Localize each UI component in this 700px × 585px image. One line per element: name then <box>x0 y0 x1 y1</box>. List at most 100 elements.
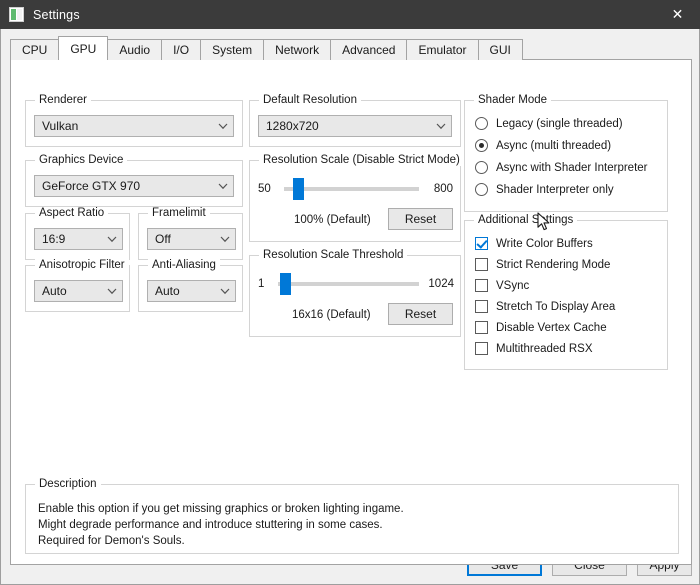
checkbox-label: Write Color Buffers <box>496 237 593 250</box>
checkbox-vsync[interactable]: VSync <box>475 279 529 292</box>
radio-icon <box>475 161 488 174</box>
resolution-scale-threshold-value-label: 16x16 (Default) <box>292 309 371 321</box>
resolution-scale-threshold-slider-handle[interactable] <box>279 273 291 295</box>
title-bar: Settings ✕ <box>0 0 700 29</box>
close-icon[interactable]: ✕ <box>655 0 700 29</box>
tab-network[interactable]: Network <box>263 39 332 60</box>
group-description-title: Description <box>35 478 101 490</box>
checkbox-strict-rendering-mode[interactable]: Strict Rendering Mode <box>475 258 610 271</box>
chevron-down-icon <box>431 116 451 136</box>
radio-icon <box>475 183 488 196</box>
graphics-device-value: GeForce GTX 970 <box>42 179 141 193</box>
renderer-combobox[interactable]: Vulkan <box>34 115 234 137</box>
group-aspect-ratio: Aspect Ratio 16:9 <box>25 207 130 260</box>
anti-aliasing-combobox[interactable]: Auto <box>147 280 236 302</box>
chevron-down-icon <box>102 281 122 301</box>
checkbox-stretch-to-display-area[interactable]: Stretch To Display Area <box>475 300 615 313</box>
chevron-down-icon <box>102 229 122 249</box>
group-default-resolution: Default Resolution 1280x720 <box>249 94 461 147</box>
checkbox-disable-vertex-cache[interactable]: Disable Vertex Cache <box>475 321 607 334</box>
checkbox-icon <box>475 300 488 313</box>
checkbox-icon <box>475 342 488 355</box>
anisotropic-filter-value: Auto <box>42 284 67 298</box>
radio-legacy-single-threaded[interactable]: Legacy (single threaded) <box>475 117 623 130</box>
resolution-scale-reset-button[interactable]: Reset <box>388 208 453 230</box>
group-framelimit: Framelimit Off <box>138 207 243 260</box>
checkbox-label: Stretch To Display Area <box>496 300 616 313</box>
radio-shader-interpreter-only[interactable]: Shader Interpreter only <box>475 183 614 196</box>
resolution-scale-min-label: 50 <box>258 183 271 195</box>
group-shader-mode-title: Shader Mode <box>474 94 552 106</box>
radio-icon <box>475 117 488 130</box>
gpu-settings-panel: Renderer Vulkan Graphics Device GeForce … <box>10 59 692 565</box>
chevron-down-icon <box>215 281 235 301</box>
default-resolution-value: 1280x720 <box>266 119 319 133</box>
tab-emulator[interactable]: Emulator <box>406 39 479 60</box>
window-body: CPU GPU Audio I/O System Network Advance… <box>0 29 700 585</box>
tab-advanced[interactable]: Advanced <box>330 39 408 60</box>
graphics-device-combobox[interactable]: GeForce GTX 970 <box>34 175 234 197</box>
default-resolution-combobox[interactable]: 1280x720 <box>258 115 452 137</box>
group-resolution-scale-threshold-title: Resolution Scale Threshold <box>259 249 408 261</box>
group-default-resolution-title: Default Resolution <box>259 94 361 106</box>
resolution-scale-threshold-max-label: 1024 <box>428 278 454 290</box>
radio-label: Legacy (single threaded) <box>496 117 623 130</box>
settings-window: Settings ✕ CPU GPU Audio I/O System Netw… <box>0 0 700 585</box>
checkbox-multithreaded-rsx[interactable]: Multithreaded RSX <box>475 342 593 355</box>
radio-label: Async with Shader Interpreter <box>496 161 648 174</box>
group-renderer-title: Renderer <box>35 94 91 106</box>
radio-async-with-shader-interpreter[interactable]: Async with Shader Interpreter <box>475 161 648 174</box>
resolution-scale-threshold-min-label: 1 <box>258 278 265 290</box>
group-resolution-scale-threshold: Resolution Scale Threshold 1 1024 16x16 … <box>249 249 461 337</box>
tab-io[interactable]: I/O <box>161 39 202 60</box>
checkbox-label: VSync <box>496 279 530 292</box>
checkbox-icon <box>475 279 488 292</box>
resolution-scale-threshold-slider[interactable] <box>277 273 419 295</box>
tab-gui[interactable]: GUI <box>477 39 523 60</box>
resolution-scale-threshold-slider-row: 1 1024 <box>258 273 454 295</box>
tab-strip: CPU GPU Audio I/O System Network Advance… <box>10 36 523 60</box>
group-shader-mode: Shader Mode Legacy (single threaded) Asy… <box>464 94 668 212</box>
tab-system[interactable]: System <box>200 39 265 60</box>
anti-aliasing-value: Auto <box>155 284 180 298</box>
checkbox-write-color-buffers[interactable]: Write Color Buffers <box>475 237 593 250</box>
radio-async-multi-threaded[interactable]: Async (multi threaded) <box>475 139 611 152</box>
group-graphics-device: Graphics Device GeForce GTX 970 <box>25 154 243 207</box>
framelimit-value: Off <box>155 232 171 246</box>
group-anisotropic-filter: Anisotropic Filter Auto <box>25 259 130 312</box>
checkbox-label: Disable Vertex Cache <box>496 321 607 334</box>
group-additional-settings-title: Additional Settings <box>474 214 578 226</box>
resolution-scale-slider-handle[interactable] <box>293 178 304 200</box>
framelimit-combobox[interactable]: Off <box>147 228 236 250</box>
radio-icon <box>475 139 488 152</box>
group-resolution-scale: Resolution Scale (Disable Strict Mode) 5… <box>249 154 464 242</box>
aspect-ratio-combobox[interactable]: 16:9 <box>34 228 123 250</box>
chevron-down-icon <box>213 176 233 196</box>
checkbox-label: Strict Rendering Mode <box>496 258 611 271</box>
radio-label: Shader Interpreter only <box>496 183 614 196</box>
group-graphics-device-title: Graphics Device <box>35 154 128 166</box>
chevron-down-icon <box>213 116 233 136</box>
group-description: Description Enable this option if you ge… <box>25 478 679 554</box>
group-renderer: Renderer Vulkan <box>25 94 243 147</box>
resolution-scale-value-label: 100% (Default) <box>294 214 371 226</box>
checkbox-icon <box>475 321 488 334</box>
renderer-value: Vulkan <box>42 119 79 133</box>
resolution-scale-slider[interactable] <box>284 178 419 200</box>
group-framelimit-title: Framelimit <box>148 207 210 219</box>
group-aspect-ratio-title: Aspect Ratio <box>35 207 109 219</box>
group-anti-aliasing: Anti-Aliasing Auto <box>138 259 243 312</box>
group-additional-settings: Additional Settings Write Color Buffers … <box>464 214 668 370</box>
radio-label: Async (multi threaded) <box>496 139 612 152</box>
chevron-down-icon <box>215 229 235 249</box>
anisotropic-filter-combobox[interactable]: Auto <box>34 280 123 302</box>
resolution-scale-max-label: 800 <box>433 183 453 195</box>
window-title: Settings <box>33 7 80 22</box>
tab-audio[interactable]: Audio <box>107 39 163 60</box>
group-anti-aliasing-title: Anti-Aliasing <box>148 259 220 271</box>
aspect-ratio-value: 16:9 <box>42 232 66 246</box>
app-logo-icon <box>9 7 24 22</box>
resolution-scale-threshold-reset-button[interactable]: Reset <box>388 303 453 325</box>
tab-cpu[interactable]: CPU <box>10 39 60 60</box>
tab-gpu[interactable]: GPU <box>58 36 109 60</box>
